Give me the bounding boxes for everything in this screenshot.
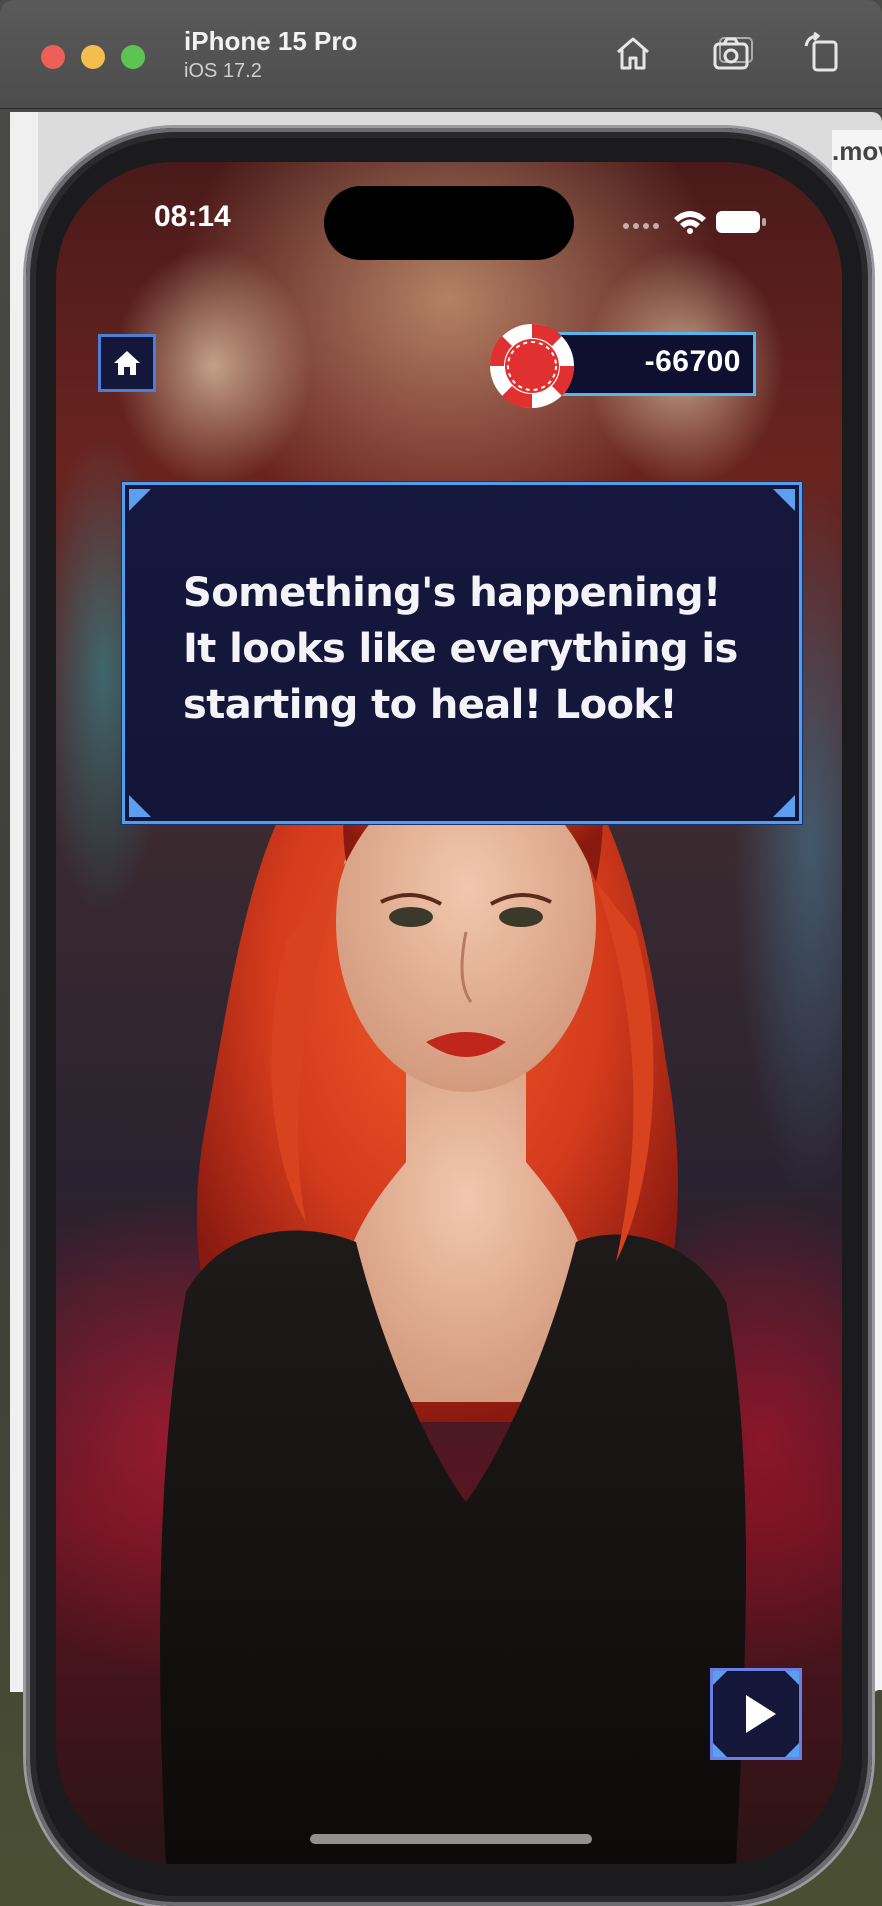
home-button[interactable] [98, 334, 156, 392]
zoom-window-button[interactable] [121, 45, 145, 69]
home-icon [114, 351, 140, 375]
corner-decoration [129, 795, 151, 817]
next-button[interactable] [710, 1668, 802, 1760]
dialog-text: Something's happening! It looks like eve… [183, 570, 738, 728]
status-time: 08:14 [154, 200, 231, 233]
rotate-icon[interactable] [800, 30, 846, 76]
close-window-button[interactable] [41, 45, 65, 69]
home-indicator[interactable] [310, 1834, 592, 1844]
signal-icon [623, 223, 659, 229]
balance-amount: -66700 [644, 345, 741, 378]
minimize-window-button[interactable] [81, 45, 105, 69]
poker-chip-icon [488, 322, 576, 410]
simulator-titlebar: iPhone 15 Pro iOS 17.2 [0, 0, 882, 108]
wifi-icon [674, 211, 706, 234]
play-icon [713, 1671, 799, 1757]
device-name: iPhone 15 Pro [184, 26, 358, 56]
app-screen: 08:14 -66700 Something's happening! It l… [56, 162, 842, 1864]
corner-decoration [773, 795, 795, 817]
screenshot-icon[interactable] [710, 30, 756, 76]
battery-icon [716, 211, 766, 233]
device-os-version: iOS 17.2 [184, 60, 262, 82]
corner-decoration [773, 489, 795, 511]
home-icon[interactable] [610, 30, 656, 76]
dynamic-island [324, 186, 574, 260]
status-icons [616, 206, 816, 236]
character-illustration [56, 162, 842, 1864]
dialog-box[interactable]: Something's happening! It looks like eve… [122, 482, 802, 824]
corner-decoration [129, 489, 151, 511]
